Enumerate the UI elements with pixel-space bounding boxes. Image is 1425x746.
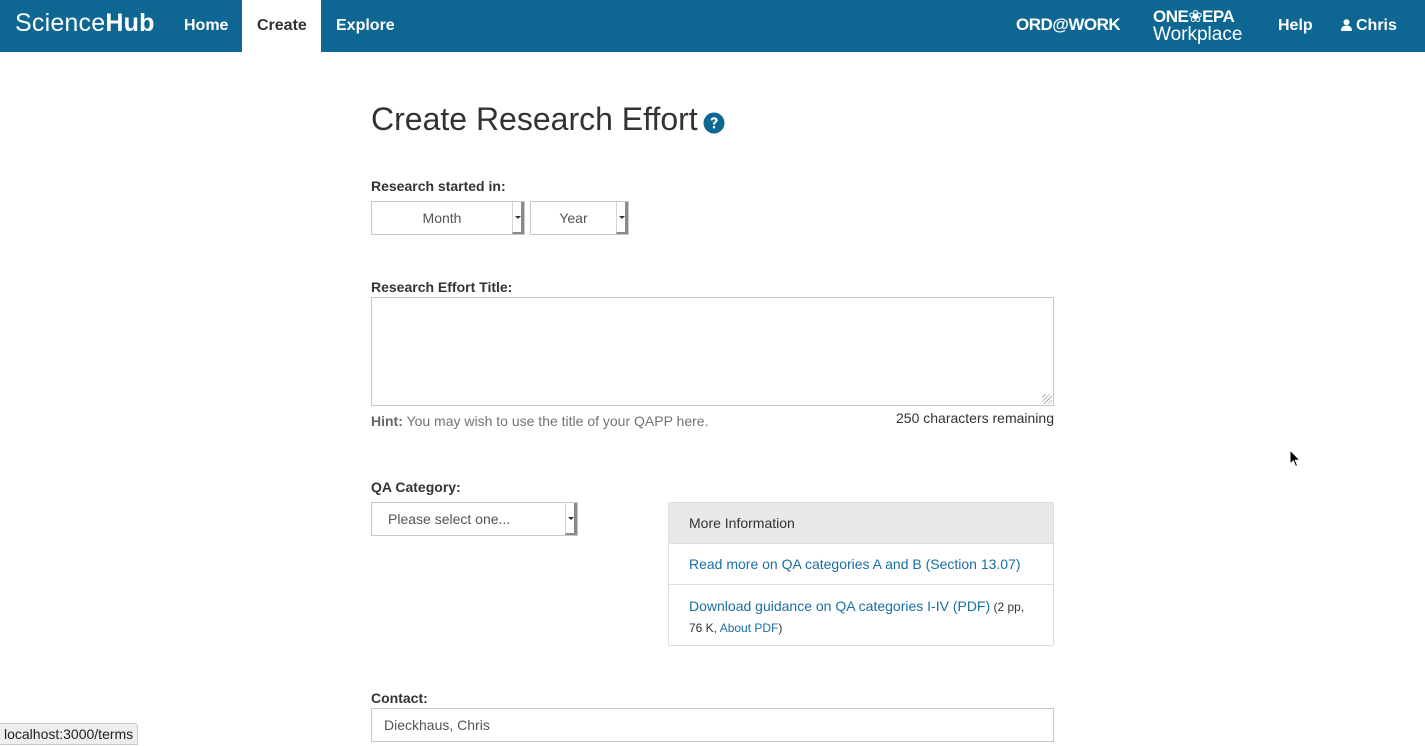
one-epa-text: ONE❀EPA <box>1153 7 1235 26</box>
panel-row: Read more on QA categories A and B (Sect… <box>669 544 1053 585</box>
user-icon <box>1341 1 1352 53</box>
research-effort-title-textarea[interactable] <box>371 297 1054 406</box>
ordwork-link[interactable]: ORD@WORK <box>1016 15 1121 35</box>
user-name: Chris <box>1356 17 1397 34</box>
research-started-label: Research started in: <box>371 178 506 194</box>
more-information-panel: More Information Read more on QA categor… <box>668 502 1054 646</box>
brand-logo[interactable]: ScienceHub <box>15 9 155 38</box>
nav-explore[interactable]: Explore <box>321 0 410 52</box>
qa-category-select-value: Please select one... <box>388 511 511 527</box>
dropdown-arrow-icon <box>565 503 577 535</box>
hint-text: You may wish to use the title of your QA… <box>402 413 709 429</box>
qa-category-select[interactable]: Please select one... <box>371 502 578 536</box>
one-epa-workplace-link[interactable]: ONE❀EPA Workplace <box>1153 8 1249 44</box>
contact-input[interactable]: Dieckhaus, Chris <box>371 708 1054 742</box>
pdf-meta-suffix: ) <box>778 621 783 635</box>
about-pdf-link[interactable]: About PDF <box>720 621 779 635</box>
panel-row: Download guidance on QA categories I-IV … <box>669 585 1053 638</box>
chevron-down-icon <box>1347 76 1355 81</box>
brand-text-hub: Hub <box>105 9 155 37</box>
qa-guidance-pdf-link[interactable]: Download guidance on QA categories I-IV … <box>689 598 990 614</box>
nav-create[interactable]: Create <box>242 0 321 52</box>
month-select-value: Month <box>422 210 462 226</box>
research-effort-title-label: Research Effort Title: <box>371 279 513 295</box>
nav-home[interactable]: Home <box>169 0 243 52</box>
top-navbar: ScienceHub Home Create Explore ORD@WORK … <box>0 0 1425 81</box>
month-select[interactable]: Month <box>371 201 525 235</box>
contact-label: Contact: <box>371 690 428 706</box>
characters-remaining: 250 characters remaining <box>896 410 1054 426</box>
workplace-text: Workplace <box>1153 24 1243 45</box>
brand-text-science: Science <box>15 9 106 37</box>
browser-status-bar: localhost:3000/terms <box>0 723 139 745</box>
qa-category-label: QA Category: <box>371 479 461 495</box>
title-hint: Hint: You may wish to use the title of y… <box>371 413 708 429</box>
panel-heading: More Information <box>669 503 1053 544</box>
dropdown-arrow-icon <box>616 202 628 234</box>
year-select-value: Year <box>559 210 588 226</box>
resize-grip-icon[interactable] <box>1042 394 1052 404</box>
year-select[interactable]: Year <box>530 201 629 235</box>
hint-label: Hint: <box>371 413 403 429</box>
mouse-pointer-icon <box>1289 448 1301 473</box>
nav-user-menu[interactable]: Chris <box>1326 0 1425 81</box>
page-title: Create Research Effort <box>371 101 698 137</box>
qa-categories-ab-link[interactable]: Read more on QA categories A and B (Sect… <box>689 556 1021 572</box>
nav-help[interactable]: Help <box>1263 0 1328 52</box>
dropdown-arrow-icon <box>512 202 524 234</box>
question-circle-icon[interactable] <box>703 112 725 139</box>
